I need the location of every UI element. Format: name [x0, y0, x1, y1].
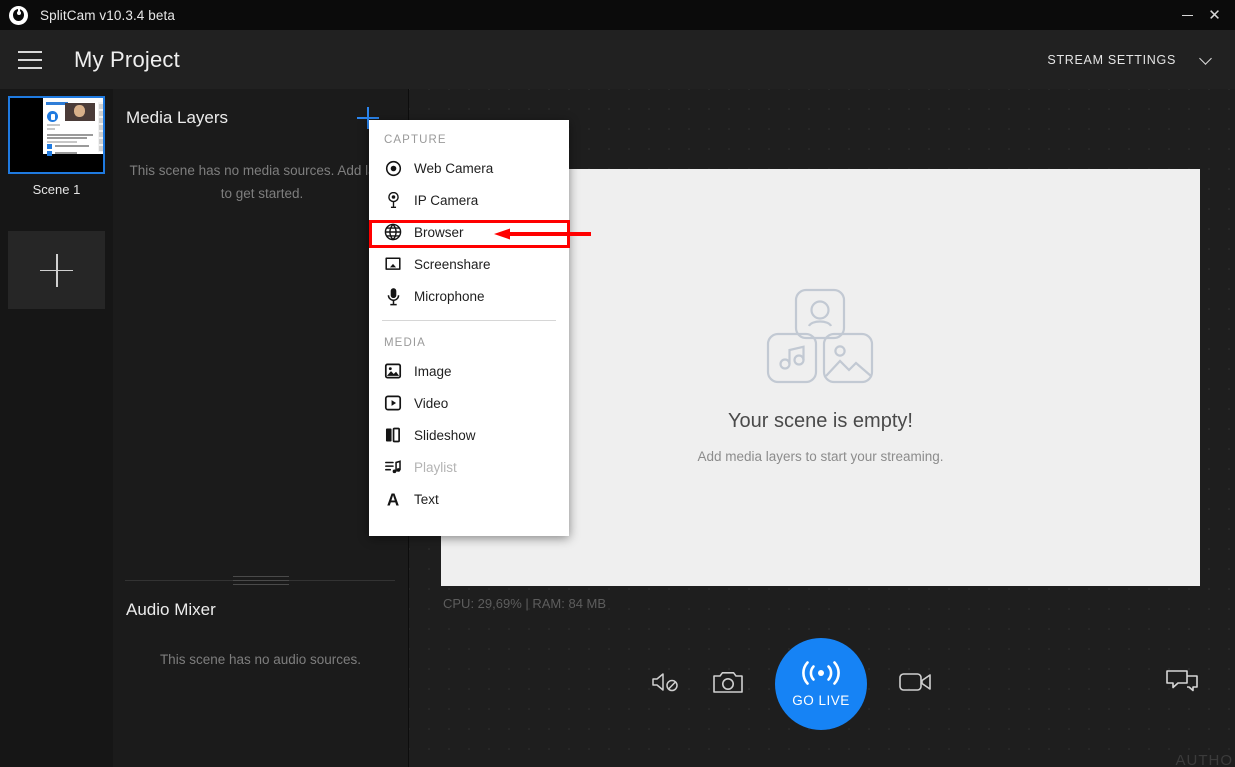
chevron-down-icon: [1200, 53, 1213, 66]
menu-item-slideshow[interactable]: Slideshow: [369, 419, 569, 451]
menu-section-media: MEDIA: [384, 337, 426, 349]
microphone-icon: [382, 285, 404, 307]
menu-item-label: Web Camera: [414, 160, 494, 176]
menu-divider: [382, 320, 556, 321]
go-live-button[interactable]: GO LIVE: [775, 638, 867, 730]
menu-item-ip-camera[interactable]: IP Camera: [369, 184, 569, 216]
window-titlebar: SplitCam v10.3.4 beta ✕: [0, 0, 1235, 30]
media-layers-panel: Media Layers This scene has no media sou…: [113, 89, 408, 767]
menu-item-playlist[interactable]: Playlist: [369, 451, 569, 483]
scenes-sidebar: Scene 1: [0, 89, 113, 767]
minimize-button[interactable]: [1174, 0, 1201, 30]
camera-snapshot-icon[interactable]: [712, 669, 744, 700]
chat-bubbles-icon[interactable]: [1165, 669, 1199, 700]
menu-item-image[interactable]: Image: [369, 355, 569, 387]
image-icon: [382, 360, 404, 382]
scene-label: Scene 1: [32, 182, 81, 197]
svg-text:A: A: [387, 490, 399, 508]
menu-item-browser[interactable]: Browser: [369, 216, 569, 248]
media-layers-placeholder-icon: [766, 288, 873, 384]
menu-item-label: Image: [414, 363, 452, 379]
app-header: My Project STREAM SETTINGS: [0, 30, 1235, 89]
window-controls: ✕: [1174, 0, 1235, 30]
menu-item-label: Video: [414, 395, 449, 411]
media-layers-empty-text: This scene has no media sources. Add lay…: [129, 163, 395, 201]
video-record-icon[interactable]: [899, 670, 933, 699]
menu-item-label: Browser: [414, 224, 464, 240]
stream-settings-button[interactable]: STREAM SETTINGS: [1047, 53, 1235, 67]
menu-item-microphone[interactable]: Microphone: [369, 280, 569, 312]
menu-item-web-camera[interactable]: Web Camera: [369, 152, 569, 184]
scene-thumbnail-scene-1[interactable]: [8, 96, 105, 174]
close-button[interactable]: ✕: [1201, 0, 1228, 30]
bottom-toolbar: GO LIVE: [409, 629, 1235, 767]
web-camera-icon: [382, 157, 404, 179]
ip-camera-icon: [382, 189, 404, 211]
menu-item-label: Microphone: [414, 288, 485, 304]
splitcam-window: SplitCam v10.3.4 beta ✕ My Project STREA…: [0, 0, 1235, 767]
menu-item-screenshare[interactable]: Screenshare: [369, 248, 569, 280]
menu-item-label: Text: [414, 491, 439, 507]
speaker-mute-icon[interactable]: [650, 669, 680, 700]
go-live-label: GO LIVE: [792, 692, 850, 708]
hamburger-menu-icon[interactable]: [18, 50, 42, 69]
add-layer-dropdown-menu: CAPTURE Web Camera IP Camera Browser Scr…: [369, 120, 569, 536]
playlist-icon: [382, 456, 404, 478]
menu-item-label: Slideshow: [414, 427, 476, 443]
menu-section-capture: CAPTURE: [384, 134, 447, 146]
performance-stats: CPU: 29,69% | RAM: 84 MB: [443, 596, 607, 611]
menu-item-label: IP Camera: [414, 192, 479, 208]
watermark-text: AUTHO: [1175, 752, 1233, 767]
page-title: My Project: [74, 46, 180, 72]
menu-item-label: Screenshare: [414, 256, 491, 272]
broadcast-signal-icon: [802, 660, 840, 685]
audio-mixer-empty-text: This scene has no audio sources.: [159, 652, 362, 667]
media-layers-title: Media Layers: [126, 108, 229, 127]
globe-browser-icon: [382, 221, 404, 243]
splitcam-logo-icon: [9, 5, 28, 25]
add-scene-button[interactable]: [8, 231, 105, 309]
empty-scene-title: Your scene is empty!: [728, 410, 913, 432]
menu-item-video[interactable]: Video: [369, 387, 569, 419]
menu-item-label: Playlist: [414, 459, 457, 475]
audio-mixer-title: Audio Mixer: [126, 600, 216, 619]
panel-splitter-handle[interactable]: [125, 576, 395, 585]
media-layers-header: Media Layers: [113, 89, 408, 147]
screenshare-icon: [382, 253, 404, 275]
empty-scene-subtitle: Add media layers to start your streaming…: [697, 449, 944, 464]
video-icon: [382, 392, 404, 414]
stream-settings-label: STREAM SETTINGS: [1047, 52, 1176, 67]
app-title: SplitCam v10.3.4 beta: [40, 7, 175, 23]
slideshow-icon: [382, 424, 404, 446]
text-icon: A: [382, 488, 404, 510]
scene-preview-image: [43, 98, 103, 156]
menu-item-text[interactable]: A Text: [369, 483, 569, 515]
